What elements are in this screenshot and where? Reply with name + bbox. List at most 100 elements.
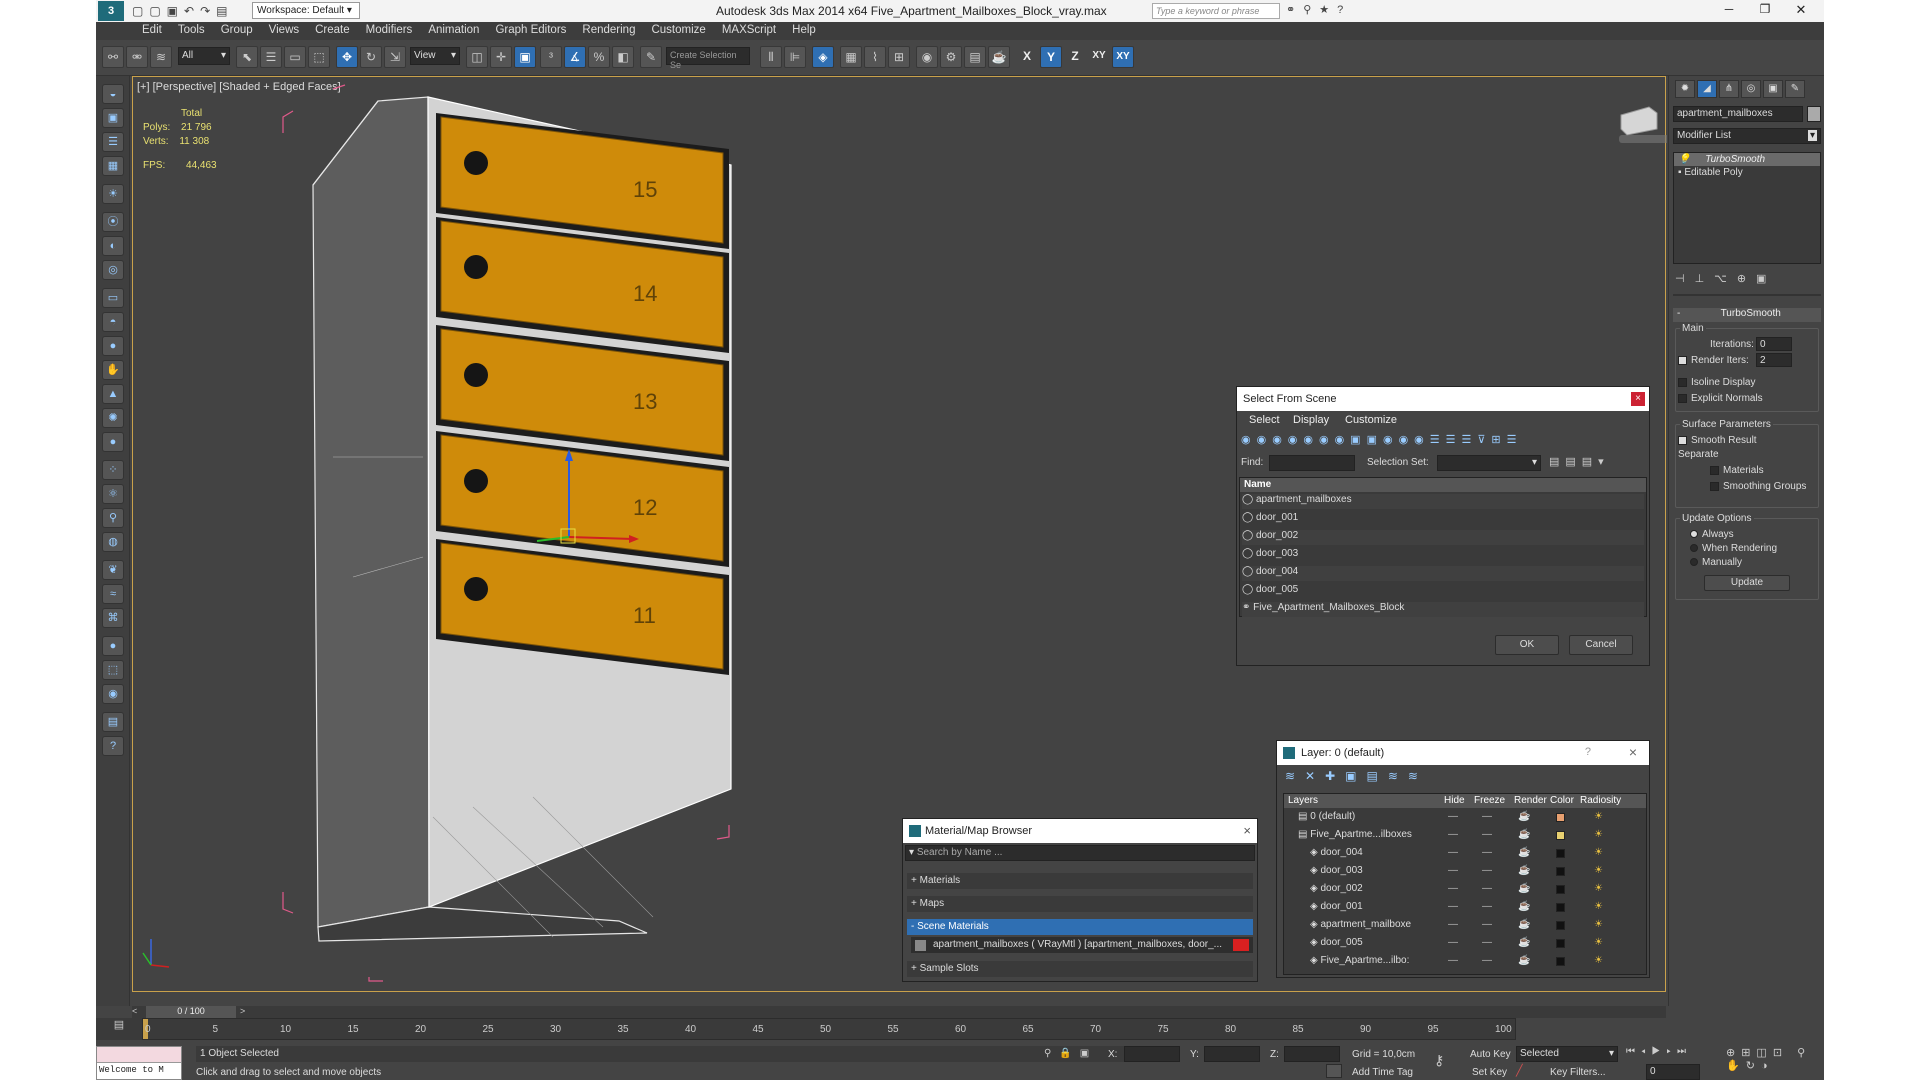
layer-freeze-toggle[interactable]: — bbox=[1482, 865, 1492, 876]
globe-icon[interactable]: ◍ bbox=[102, 532, 124, 552]
render-setup-icon[interactable]: ⚙ bbox=[940, 46, 962, 68]
app-logo-icon[interactable]: 3 bbox=[98, 1, 124, 21]
molecule-icon[interactable]: ⚛ bbox=[102, 484, 124, 504]
menu-views[interactable]: Views bbox=[261, 22, 307, 38]
menu-rendering[interactable]: Rendering bbox=[574, 22, 643, 38]
ok-button[interactable]: OK bbox=[1495, 635, 1559, 655]
close-button[interactable]: ✕ bbox=[1786, 2, 1816, 18]
update-button[interactable]: Update bbox=[1704, 575, 1790, 591]
select-dialog-close-icon[interactable]: × bbox=[1631, 392, 1645, 406]
material-search-input[interactable]: ▾ Search by Name ... bbox=[905, 845, 1255, 861]
layer-color-swatch[interactable] bbox=[1556, 921, 1565, 930]
ref-coord-select[interactable]: View ▾ bbox=[410, 47, 460, 65]
layer-render-icon[interactable]: ☕ bbox=[1518, 955, 1530, 966]
calc-icon[interactable]: ▦ bbox=[102, 156, 124, 176]
radiosity-icon[interactable]: ☀ bbox=[1594, 847, 1603, 858]
snaps-toggle-icon[interactable]: ³ bbox=[540, 46, 562, 68]
layer-hide-toggle[interactable]: — bbox=[1448, 901, 1458, 912]
layer-close-icon[interactable]: × bbox=[1629, 744, 1637, 760]
link-icon[interactable]: ⚯ bbox=[102, 46, 124, 68]
menu-help[interactable]: Help bbox=[784, 22, 824, 38]
select-scale-icon[interactable]: ⇲ bbox=[384, 46, 406, 68]
graphite-icon[interactable]: ▦ bbox=[840, 46, 862, 68]
maxscript-listener[interactable]: Welcome to M bbox=[96, 1046, 182, 1080]
turbosmooth-rollout-header[interactable]: - TurboSmooth bbox=[1673, 308, 1821, 322]
scene-object-row[interactable]: ◯ door_002 bbox=[1242, 530, 1644, 545]
layer-help-icon[interactable]: ? bbox=[1585, 746, 1591, 758]
bind-spacewarp-icon[interactable]: ≋ bbox=[150, 46, 172, 68]
radiosity-icon[interactable]: ☀ bbox=[1594, 865, 1603, 876]
selection-set-tools-icons[interactable]: ▤▤▤▾ bbox=[1549, 455, 1610, 468]
layer-render-icon[interactable]: ☕ bbox=[1518, 847, 1530, 858]
iterations-spinner[interactable]: 0 bbox=[1756, 337, 1792, 351]
hierarchy-tab-icon[interactable]: ⋔ bbox=[1719, 80, 1739, 98]
rect-selection-icon[interactable]: ▭ bbox=[284, 46, 306, 68]
select-object-icon[interactable]: ⬉ bbox=[236, 46, 258, 68]
render-iters-spinner[interactable]: 2 bbox=[1756, 353, 1792, 367]
layer-hide-toggle[interactable]: — bbox=[1448, 955, 1458, 966]
layer-row[interactable]: ◈ apartment_mailboxe — — ☕ ☀ bbox=[1284, 918, 1646, 933]
layer-row[interactable]: ◈ door_004 — — ☕ ☀ bbox=[1284, 846, 1646, 861]
layer-color-swatch[interactable] bbox=[1556, 903, 1565, 912]
manipulate-icon[interactable]: ✛ bbox=[490, 46, 512, 68]
key-mode-icon[interactable]: ╱ bbox=[1516, 1064, 1523, 1077]
key-filters-button[interactable]: Key Filters... bbox=[1550, 1067, 1606, 1078]
percent-snap-icon[interactable]: % bbox=[588, 46, 610, 68]
select-filter-toolbar-icons[interactable]: ◉◉◉◉◉◉◉▣▣◉◉◉☰☰☰⊽⊞☰ bbox=[1241, 433, 1645, 451]
stack-item-turbosmooth[interactable]: 💡 TurboSmooth bbox=[1674, 153, 1820, 166]
y-coord-input[interactable] bbox=[1204, 1046, 1260, 1062]
manually-radio[interactable]: Manually bbox=[1690, 557, 1742, 568]
teapot-icon[interactable]: ◒ bbox=[102, 84, 124, 104]
viewport-nav-icons[interactable]: ⊕⊞◫⊡ ⚲✋↻◑ bbox=[1726, 1046, 1822, 1072]
radiosity-icon[interactable]: ☀ bbox=[1594, 901, 1603, 912]
cloth-icon[interactable]: ⌘ bbox=[102, 608, 124, 628]
layer-render-icon[interactable]: ☕ bbox=[1518, 883, 1530, 894]
time-prev-icon[interactable]: < bbox=[132, 1006, 142, 1018]
find-input[interactable] bbox=[1269, 455, 1355, 471]
layer-row[interactable]: ◈ door_005 — — ☕ ☀ bbox=[1284, 936, 1646, 951]
spinner-snap-icon[interactable]: ◧ bbox=[612, 46, 634, 68]
object-name-input[interactable]: apartment_mailboxes bbox=[1673, 106, 1803, 122]
radiosity-icon[interactable]: ☀ bbox=[1594, 811, 1603, 822]
menu-maxscript[interactable]: MAXScript bbox=[714, 22, 784, 38]
select-rotate-icon[interactable]: ↻ bbox=[360, 46, 382, 68]
window-crossing-icon[interactable]: ⬚ bbox=[308, 46, 330, 68]
mini-curve-icon[interactable]: ▤ bbox=[96, 1018, 142, 1040]
axis-xy-button[interactable]: XY bbox=[1088, 46, 1110, 68]
layer-render-icon[interactable]: ☕ bbox=[1518, 865, 1530, 876]
scene-object-row[interactable]: ◯ door_003 bbox=[1242, 548, 1644, 563]
menu-graph-editors[interactable]: Graph Editors bbox=[487, 22, 574, 38]
layer-row[interactable]: ◈ door_001 — — ☕ ☀ bbox=[1284, 900, 1646, 915]
scene-material-item[interactable]: apartment_mailboxes ( VRayMtl ) [apartme… bbox=[911, 937, 1253, 953]
select-menu-customize[interactable]: Customize bbox=[1345, 414, 1397, 426]
layer-freeze-toggle[interactable]: — bbox=[1482, 847, 1492, 858]
section-maps[interactable]: + Maps bbox=[907, 896, 1253, 912]
radiosity-icon[interactable]: ☀ bbox=[1594, 829, 1603, 840]
motion-tab-icon[interactable]: ◎ bbox=[1741, 80, 1761, 98]
time-slider[interactable]: < 0 / 100 > bbox=[132, 1006, 1666, 1018]
layer-color-swatch[interactable] bbox=[1556, 885, 1565, 894]
time-tag-icon[interactable] bbox=[1326, 1064, 1342, 1078]
selection-set-select[interactable]: ▾ bbox=[1437, 455, 1541, 471]
create-tab-icon[interactable]: ✹ bbox=[1675, 80, 1695, 98]
section-scene-materials[interactable]: - Scene Materials bbox=[907, 919, 1253, 935]
when-rendering-radio[interactable]: When Rendering bbox=[1690, 543, 1777, 554]
auto-key-button[interactable]: Auto Key bbox=[1470, 1049, 1511, 1060]
menu-tools[interactable]: Tools bbox=[170, 22, 213, 38]
select-menu-display[interactable]: Display bbox=[1293, 414, 1329, 426]
layer-freeze-toggle[interactable]: — bbox=[1482, 955, 1492, 966]
key-set-select[interactable]: Selected ▾ bbox=[1516, 1046, 1618, 1062]
layer-toolbar-icons[interactable]: ≋✕✚▣▤≋≋ bbox=[1285, 769, 1428, 783]
menu-customize[interactable]: Customize bbox=[643, 22, 713, 38]
current-frame-input[interactable]: 0 bbox=[1646, 1064, 1700, 1080]
list-icon[interactable]: ☰ bbox=[102, 132, 124, 152]
track-bar[interactable]: 0 5 10 15 20 25 30 35 40 45 50 55 60 65 70 75 80 85 90 95 10… bbox=[142, 1018, 1516, 1040]
radiosity-icon[interactable]: ☀ bbox=[1594, 919, 1603, 930]
edit-named-sel-icon[interactable]: ✎ bbox=[640, 46, 662, 68]
curve-editor-icon[interactable]: ⌇ bbox=[864, 46, 886, 68]
minimize-button[interactable]: ─ bbox=[1714, 2, 1744, 16]
layer-row[interactable]: ◈ door_002 — — ☕ ☀ bbox=[1284, 882, 1646, 897]
layer-freeze-toggle[interactable]: — bbox=[1482, 937, 1492, 948]
world-icon[interactable]: ◉ bbox=[102, 684, 124, 704]
explicit-normals-checkbox[interactable]: Explicit Normals bbox=[1678, 393, 1763, 404]
